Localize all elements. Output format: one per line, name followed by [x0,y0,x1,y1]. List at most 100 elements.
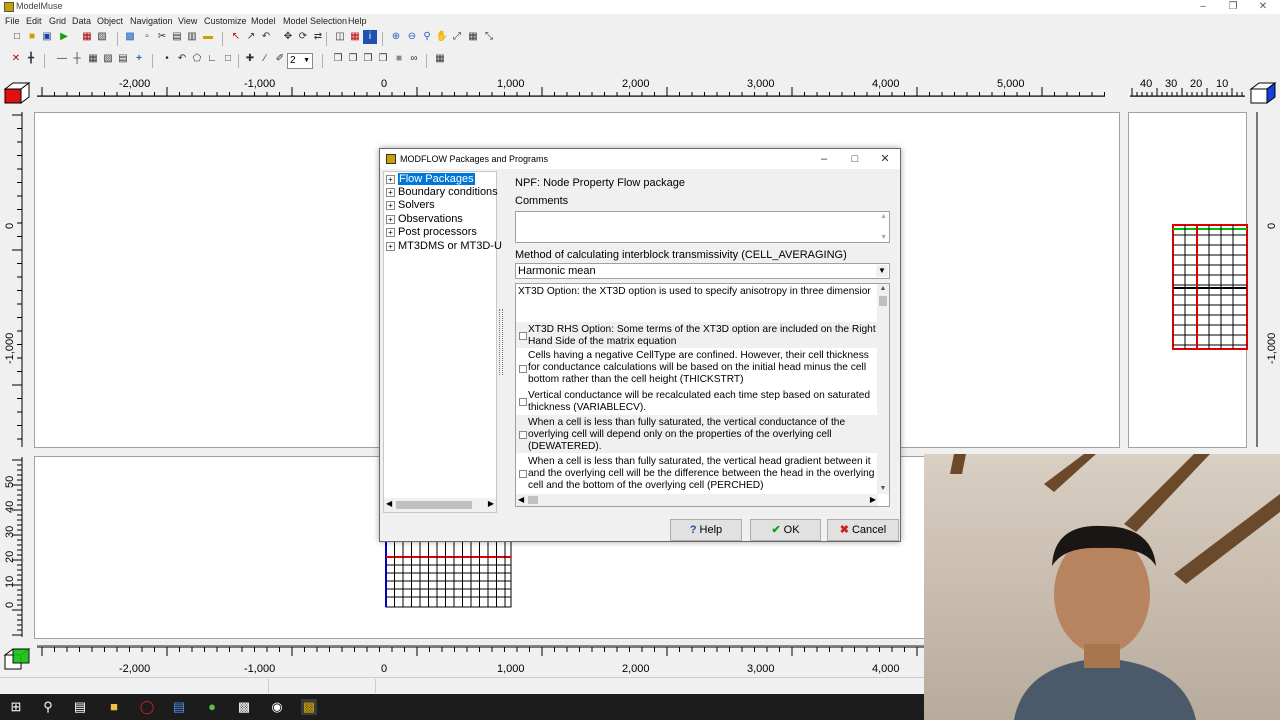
show-hide-icon[interactable]: ▦ [348,30,362,44]
grid-spacing-icon[interactable]: ▦ [86,52,100,66]
scroll-up-icon[interactable]: ▲ [880,213,887,220]
3d-view-icon[interactable]: ❐ [376,52,390,66]
ok-button[interactable]: ✔ OK [750,519,821,541]
lasso-icon[interactable]: ↶ [259,30,273,44]
scroll-up-icon[interactable]: ▲ [877,284,889,294]
dialog-close-button[interactable]: ✕ [878,152,892,166]
scroll-down-icon[interactable]: ▼ [880,234,887,241]
polygon-icon[interactable]: ⬠ [190,52,204,66]
top-view-cube-icon[interactable] [3,79,31,105]
subdivide-icon[interactable]: ┼ [70,52,84,66]
option-variablecv[interactable]: Vertical conductance will be recalculate… [516,388,878,414]
checkbox[interactable] [519,332,527,340]
scroll-left-icon[interactable]: ◀ [386,499,392,508]
front-view-cube-icon[interactable] [3,645,31,671]
menu-edit[interactable]: Edit [26,16,42,26]
file-explorer-icon[interactable]: ■ [106,699,122,715]
options-vertical-scrollbar[interactable]: ▲ ▼ [877,284,889,494]
rotate-grid-icon[interactable]: ⟳ [296,30,310,44]
task-view-icon[interactable]: ▤ [72,699,88,715]
ruler-icon[interactable]: ▬ [201,30,215,44]
zoom-extents-icon[interactable]: ⤢ [450,30,464,44]
fit-icon[interactable]: ⤡ [482,30,496,44]
tree-item-boundary-conditions[interactable]: + Boundary conditions [386,186,498,199]
front-view-icon[interactable]: ❐ [346,52,360,66]
expand-icon[interactable]: + [386,188,395,197]
info-icon[interactable]: i [363,30,377,44]
open-folder-icon[interactable]: ■ [25,30,39,44]
opera-browser-icon[interactable]: ◯ [139,699,155,715]
select-vertex-icon[interactable]: ↗ [244,30,258,44]
minimize-button[interactable]: – [1188,0,1218,14]
document-icon[interactable]: ▤ [171,699,187,715]
options-horizontal-scrollbar[interactable]: ◀ ▶ [516,494,878,506]
top-view-icon[interactable]: ❐ [331,52,345,66]
menu-grid[interactable]: Grid [49,16,66,26]
option-thickstrt[interactable]: Cells having a negative CellType are con… [516,349,878,387]
delete-segment-icon[interactable]: ∕ [258,52,272,66]
scroll-right-icon[interactable]: ▶ [870,495,876,504]
spacing-icon[interactable]: ⇄ [311,30,325,44]
side-view-icon[interactable]: ❐ [361,52,375,66]
scroll-down-icon[interactable]: ▼ [877,484,889,494]
help-button[interactable]: ? Help [670,519,742,541]
menu-file[interactable]: File [5,16,20,26]
run-model-icon[interactable]: ▶ [57,30,71,44]
point-icon[interactable]: • [160,52,174,66]
grid-toggle-icon[interactable]: ▦ [433,52,447,66]
new-file-icon[interactable]: □ [10,30,24,44]
expand-icon[interactable]: + [386,201,395,210]
option-perched[interactable]: When a cell is less than fully saturated… [516,454,878,494]
layers-icon[interactable]: ◫ [333,30,347,44]
panel-splitter[interactable] [499,309,503,375]
menu-model[interactable]: Model [251,16,276,26]
hide-objects-icon[interactable]: ■ [392,52,406,66]
option-dewatered[interactable]: When a cell is less than fully saturated… [516,415,878,453]
cut-icon[interactable]: ✂ [155,30,169,44]
menu-help[interactable]: Help [348,16,367,26]
delete-icon[interactable]: ✕ [9,52,23,66]
option-xt3d[interactable]: XT3D Option: the XT3D option is used to … [516,284,878,322]
npf-options-list[interactable]: XT3D Option: the XT3D option is used to … [515,283,890,507]
search-icon[interactable]: ⚲ [40,699,56,715]
expand-icon[interactable]: + [386,175,395,184]
dialog-minimize-button[interactable]: – [817,152,831,166]
link-icon[interactable]: ∞ [407,52,421,66]
tree-item-flow-packages[interactable]: + Flow Packages [386,173,475,186]
clipboard-icon[interactable]: ▥ [185,30,199,44]
import-icon[interactable]: ▧ [95,30,109,44]
tree-item-solvers[interactable]: + Solvers [386,199,435,212]
scroll-thumb[interactable] [528,496,538,504]
save-icon[interactable]: ▣ [40,30,54,44]
package-tree[interactable]: + Flow Packages + Boundary conditions + Sol… [383,171,502,513]
dialog-maximize-button[interactable]: □ [848,152,862,166]
menu-view[interactable]: View [178,16,197,26]
scroll-right-icon[interactable]: ▶ [488,499,494,508]
modelmuse-taskbar-icon[interactable]: ▩ [301,699,317,715]
tree-item-post-processors[interactable]: + Post processors [386,226,477,239]
smooth-grid-icon[interactable]: ▧ [101,52,115,66]
zoom-icon[interactable]: ⚲ [420,30,434,44]
close-window-button[interactable]: ✕ [1248,0,1278,14]
checkbox[interactable] [519,398,527,406]
side-view-panel[interactable] [1128,112,1248,448]
scroll-left-icon[interactable]: ◀ [518,495,524,504]
split-icon[interactable]: ✐ [273,52,287,66]
zoom-in-icon[interactable]: ⊕ [389,30,403,44]
paste-icon[interactable]: ▤ [170,30,184,44]
straight-line-icon[interactable]: ∟ [205,52,219,66]
generate-grid-icon[interactable]: ▤ [116,52,130,66]
grid-move-icon[interactable]: ✥ [281,30,295,44]
comments-field[interactable]: ▲ ▼ [515,211,890,243]
export-icon[interactable]: ▦ [80,30,94,44]
insert-point-icon[interactable]: ✚ [243,52,257,66]
select-arrow-icon[interactable]: ↖ [229,30,243,44]
polyline-icon[interactable]: ↶ [175,52,189,66]
cell-averaging-select[interactable]: Harmonic mean ▼ [515,263,890,279]
restore-button[interactable]: ❐ [1218,0,1248,14]
grid-view-icon[interactable]: ▩ [123,30,137,44]
menu-object[interactable]: Object [97,16,123,26]
option-xt3d-rhs[interactable]: XT3D RHS Option: Some terms of the XT3D … [516,322,878,348]
expand-icon[interactable]: + [386,215,395,224]
checkbox[interactable] [519,470,527,478]
